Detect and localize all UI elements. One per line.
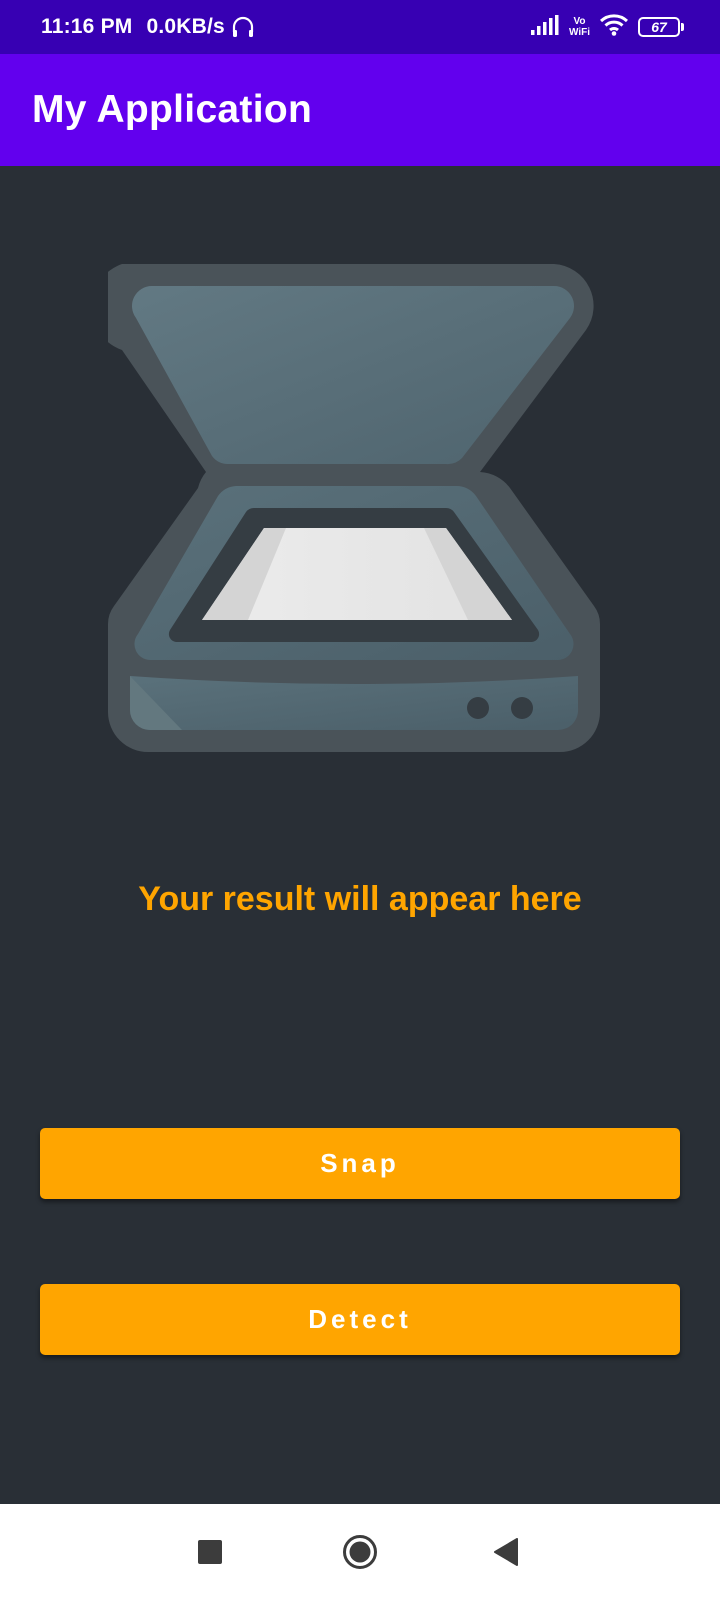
app-screen: 11:16 PM 0.0KB/s Vo WiFi 67 My Applicati… (0, 0, 720, 1600)
result-text: Your result will appear here (138, 880, 582, 918)
back-icon[interactable] (466, 1504, 546, 1600)
status-bar: 11:16 PM 0.0KB/s Vo WiFi 67 (0, 0, 720, 54)
vowifi-top-label: Vo (573, 16, 586, 27)
scanner-icon (91, 261, 612, 768)
app-title: My Application (32, 88, 313, 131)
signal-icon (530, 14, 559, 40)
detect-button[interactable]: Detect (40, 1284, 680, 1355)
status-left: 11:16 PM 0.0KB/s (41, 0, 255, 54)
battery-icon: 67 (638, 17, 684, 37)
home-icon[interactable] (320, 1504, 400, 1600)
snap-button[interactable]: Snap (40, 1128, 680, 1199)
recents-icon[interactable] (170, 1504, 250, 1600)
network-speed: 0.0KB/s (146, 15, 225, 38)
navigation-bar (0, 1504, 720, 1600)
vowifi-icon: Vo WiFi (569, 16, 590, 38)
vowifi-bottom-label: WiFi (568, 27, 590, 38)
status-time: 11:16 PM (41, 15, 133, 38)
app-bar: My Application (0, 54, 720, 166)
battery-level: 67 (638, 17, 680, 37)
headset-icon (231, 15, 255, 39)
status-right: Vo WiFi 67 (530, 0, 684, 54)
wifi-icon (599, 13, 629, 41)
